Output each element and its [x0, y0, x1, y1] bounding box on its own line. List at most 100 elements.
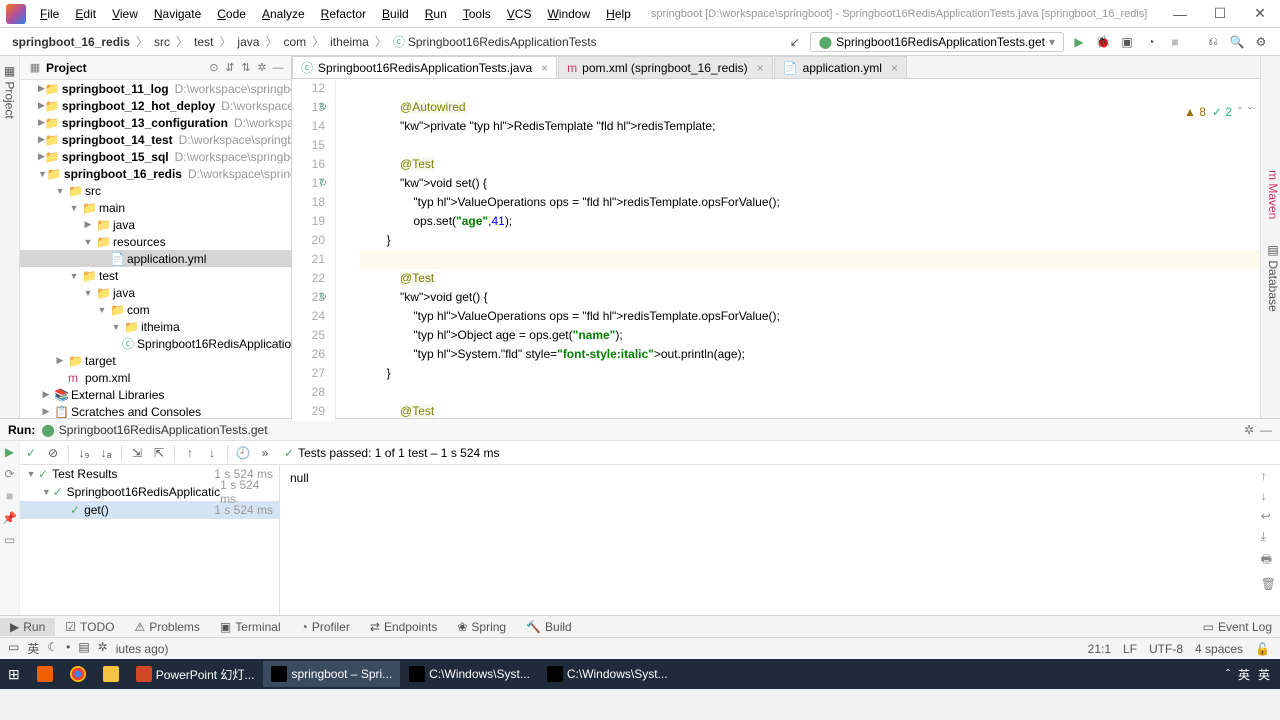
build-icon[interactable]: ↙ [786, 33, 804, 51]
scroll-to-end-icon[interactable]: ⤓ [1261, 529, 1276, 544]
pin-icon[interactable]: 📌 [2, 511, 17, 525]
breadcrumb-item[interactable]: springboot_16_redis [6, 35, 136, 49]
minimize-button[interactable]: — [1160, 0, 1200, 28]
file-encoding[interactable]: UTF-8 [1149, 642, 1183, 656]
cursor-position[interactable]: 21:1 [1088, 642, 1111, 656]
tree-node[interactable]: ▼📁src [20, 182, 291, 199]
soft-wrap-icon[interactable]: ↩ [1261, 509, 1276, 523]
close-button[interactable]: ✕ [1240, 0, 1280, 28]
tree-node[interactable]: ▼📁test [20, 267, 291, 284]
right-tool-stripe[interactable]: m Maven ▤ Database [1260, 56, 1280, 418]
tree-node[interactable]: 📄application.yml [20, 250, 291, 267]
search-everywhere-icon[interactable]: 🔍 [1228, 33, 1246, 51]
line-ending[interactable]: LF [1123, 642, 1137, 656]
ime-indicator-2[interactable]: 英 [1258, 666, 1270, 683]
test-console[interactable]: null ↑ ↓ ↩ ⤓ 🖶 🗑 [280, 465, 1280, 615]
settings-gear-icon[interactable]: ✲ [255, 61, 269, 75]
menu-help[interactable]: Help [598, 3, 639, 25]
breadcrumb-item[interactable]: src [148, 35, 176, 49]
taskbar-item[interactable] [62, 661, 94, 687]
menu-tools[interactable]: Tools [455, 3, 499, 25]
select-opened-file-icon[interactable]: ⊙ [207, 61, 221, 75]
status-doc-icon[interactable]: ▤ [78, 640, 89, 657]
close-tab-icon[interactable]: × [891, 61, 898, 75]
test-tree-node[interactable]: ▼✓Springboot16RedisApplicatic1 s 524 ms [20, 483, 279, 501]
ime-indicator-1[interactable]: 英 [1238, 666, 1250, 683]
tree-node[interactable]: ▼📁java [20, 284, 291, 301]
stop-button[interactable]: ■ [1166, 33, 1184, 51]
event-log-button[interactable]: ▭ Event Log [1193, 618, 1280, 636]
taskbar-item[interactable]: ⊞ [0, 661, 28, 687]
toggle-auto-test-icon[interactable]: ⟳ [4, 467, 14, 481]
next-test-icon[interactable]: ↓ [201, 446, 223, 460]
inspection-widget[interactable]: ▲ 8 ✓ 2 ˆˇ [1184, 105, 1252, 119]
system-tray[interactable]: ˆ 英 英 [1226, 666, 1280, 683]
taskbar-item[interactable] [95, 661, 127, 687]
menu-navigate[interactable]: Navigate [146, 3, 209, 25]
scroll-down-icon[interactable]: ↓ [1261, 489, 1276, 503]
breadcrumb-item[interactable]: java [231, 35, 265, 49]
menu-window[interactable]: Window [539, 3, 598, 25]
status-dot-icon[interactable]: • [66, 640, 70, 657]
show-ignored-icon[interactable]: ⊘ [42, 446, 64, 460]
run-hide-icon[interactable]: — [1260, 423, 1272, 437]
tree-node[interactable]: ▶📚External Libraries [20, 386, 291, 403]
test-history-icon[interactable]: 🕘 [232, 446, 254, 460]
menu-build[interactable]: Build [374, 3, 417, 25]
taskbar-item[interactable]: PowerPoint 幻灯... [128, 661, 263, 687]
collapse-tests-icon[interactable]: ⇱ [148, 446, 170, 460]
taskbar-item[interactable]: springboot – Spri... [263, 661, 400, 687]
test-tree[interactable]: ▼✓Test Results1 s 524 ms▼✓Springboot16Re… [20, 465, 280, 615]
settings-icon[interactable]: ⚙ [1252, 33, 1270, 51]
breadcrumb-item[interactable]: itheima [324, 35, 375, 49]
tool-window-button-run[interactable]: ▶Run [0, 618, 55, 636]
tree-node[interactable]: ▶📁springboot_11_logD:\workspace\springbo… [20, 80, 291, 97]
sort-alpha-icon[interactable]: ↓ₐ [95, 446, 117, 460]
taskbar-item[interactable]: C:\Windows\Syst... [401, 661, 538, 687]
profile-button[interactable]: ◔ [1142, 33, 1160, 51]
project-tree[interactable]: ▶📁springboot_11_logD:\workspace\springbo… [20, 80, 291, 418]
clear-icon[interactable]: 🗑 [1261, 577, 1276, 591]
menu-run[interactable]: Run [417, 3, 455, 25]
stop-tests-icon[interactable]: ■ [6, 489, 13, 503]
taskbar-item[interactable] [29, 661, 61, 687]
tree-node[interactable]: ▼📁main [20, 199, 291, 216]
tree-node[interactable]: ▼📁springboot_16_redisD:\workspace\spring… [20, 165, 291, 182]
editor-tab[interactable]: mpom.xml (springboot_16_redis)× [558, 56, 772, 78]
run-settings-icon[interactable]: ✲ [1244, 423, 1254, 437]
coverage-button[interactable]: ▣ [1118, 33, 1136, 51]
tree-node[interactable]: ▶📁target [20, 352, 291, 369]
project-label[interactable]: Project [46, 61, 205, 75]
left-tool-stripe[interactable]: ▦ Project [0, 56, 20, 418]
prev-test-icon[interactable]: ↑ [179, 446, 201, 460]
expand-all-icon[interactable]: ⇵ [223, 61, 237, 75]
sort-icon[interactable]: ↓₉ [73, 446, 95, 460]
status-gear-icon[interactable]: ✲ [98, 640, 108, 657]
expand-tests-icon[interactable]: ⇲ [126, 446, 148, 460]
breadcrumb-item[interactable]: test [188, 35, 219, 49]
collapse-all-icon[interactable]: ⇅ [239, 61, 253, 75]
database-tool-button[interactable]: ▤ Database [1266, 243, 1280, 312]
tree-node[interactable]: ▶📋Scratches and Consoles [20, 403, 291, 418]
close-tab-icon[interactable]: × [757, 61, 764, 75]
tool-window-button-spring[interactable]: ❀Spring [447, 618, 516, 636]
close-tab-icon[interactable]: × [541, 61, 548, 75]
run-configuration-selector[interactable]: ⬤ Springboot16RedisApplicationTests.get … [810, 32, 1064, 52]
tool-window-button-build[interactable]: 🔨Build [516, 618, 582, 636]
menu-view[interactable]: View [104, 3, 146, 25]
indent-info[interactable]: 4 spaces [1195, 642, 1243, 656]
tool-window-button-terminal[interactable]: ▣Terminal [210, 618, 291, 636]
test-tree-node[interactable]: ✓get()1 s 524 ms [20, 501, 279, 519]
ime-icon[interactable]: 英 [27, 640, 39, 657]
menu-analyze[interactable]: Analyze [254, 3, 313, 25]
menu-refactor[interactable]: Refactor [313, 3, 374, 25]
taskbar-item[interactable]: C:\Windows\Syst... [539, 661, 676, 687]
editor-tab[interactable]: 📄application.yml× [774, 56, 907, 78]
editor-tab[interactable]: ⓒSpringboot16RedisApplicationTests.java× [292, 56, 557, 78]
debug-button[interactable]: 🐞 [1094, 33, 1112, 51]
project-tool-button[interactable]: ▦ Project [3, 64, 17, 119]
status-tw-icon[interactable]: ▭ [8, 640, 19, 657]
breadcrumb-item[interactable]: com [277, 35, 312, 49]
more-icon[interactable]: » [254, 446, 276, 460]
tool-window-button-problems[interactable]: ⚠Problems [124, 618, 209, 636]
